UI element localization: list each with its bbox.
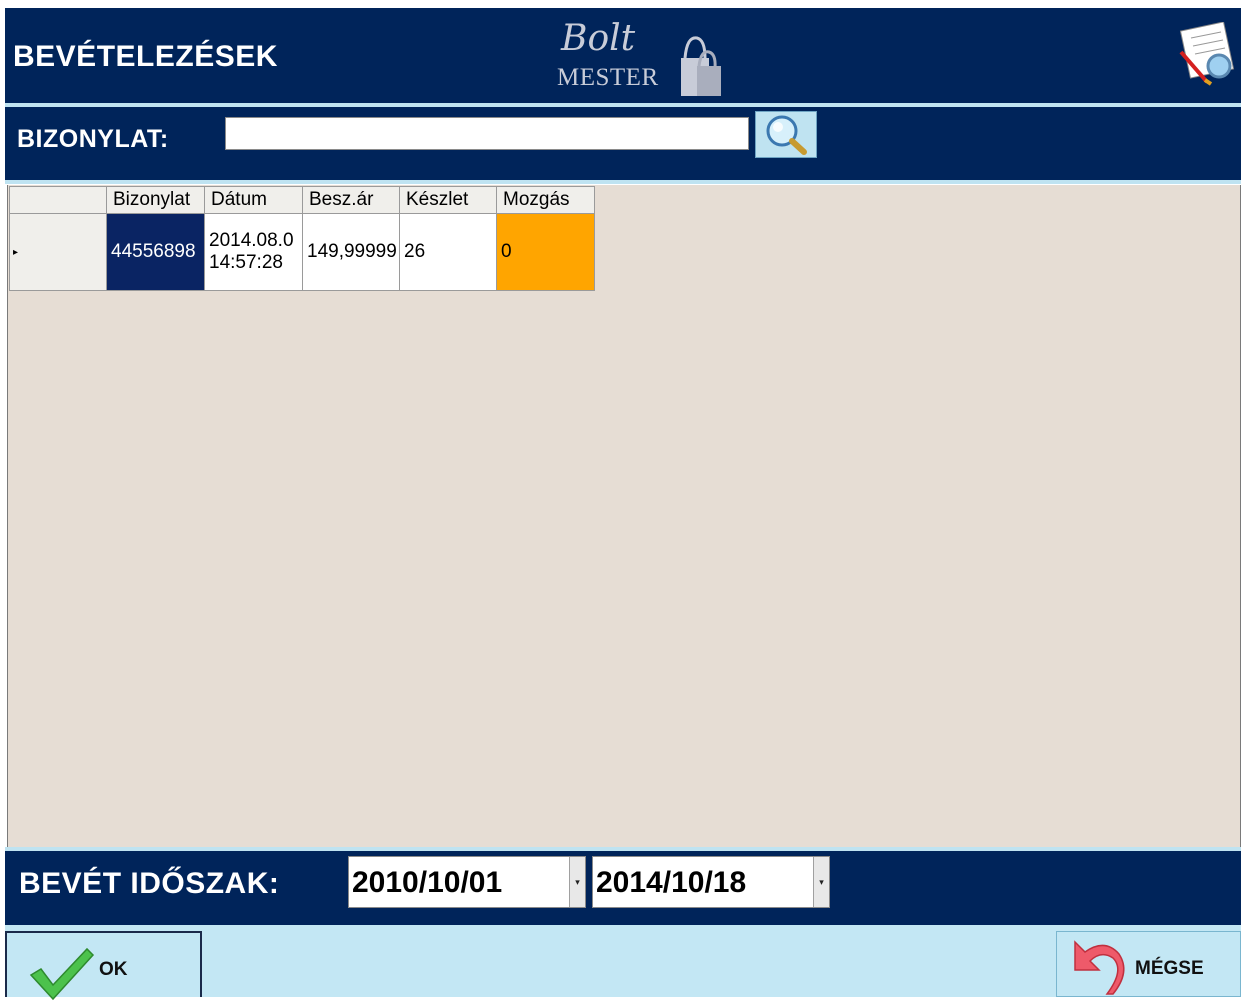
app-logo: Bolt MESTER	[555, 18, 735, 98]
header-bar: BEVÉTELEZÉSEK Bolt MESTER	[5, 8, 1241, 103]
logo-sub-text: MESTER	[557, 64, 659, 91]
table-row[interactable]: ▸ 44556898 2014.08.0 14:57:28 149,99999 …	[9, 213, 595, 291]
column-header-besz-ar[interactable]: Besz.ár	[302, 186, 400, 214]
column-header-bizonylat[interactable]: Bizonylat	[106, 186, 205, 214]
magnifier-icon	[766, 115, 807, 155]
ok-button[interactable]: OK	[5, 931, 202, 1001]
date-to-picker[interactable]: 2014/10/18 ▾	[592, 856, 830, 908]
page-title: BEVÉTELEZÉSEK	[13, 40, 278, 73]
receipts-table: Bizonylat Dátum Besz.ár Készlet Mozgás ▸…	[9, 186, 595, 291]
receipts-grid-area: Bizonylat Dátum Besz.ár Készlet Mozgás ▸…	[7, 185, 1241, 847]
column-header-datum[interactable]: Dátum	[204, 186, 303, 214]
row-indicator[interactable]: ▸	[9, 213, 107, 291]
search-button[interactable]	[755, 111, 817, 158]
search-label: BIZONYLAT:	[17, 125, 169, 153]
cancel-button[interactable]: MÉGSE	[1056, 931, 1241, 997]
checkmark-icon	[29, 947, 95, 1001]
cell-datum-date: 2014.08.0	[209, 230, 294, 251]
cell-datum[interactable]: 2014.08.0 14:57:28	[204, 213, 303, 291]
cancel-button-label: MÉGSE	[1135, 958, 1204, 979]
document-search-input[interactable]	[225, 117, 749, 150]
cell-bizonylat[interactable]: 44556898	[106, 213, 205, 291]
cell-mozgas[interactable]: 0	[496, 213, 595, 291]
cell-keszlet[interactable]: 26	[399, 213, 497, 291]
separator	[5, 180, 1241, 184]
date-from-value: 2010/10/01	[352, 866, 503, 899]
cell-datum-time: 14:57:28	[209, 252, 283, 273]
date-to-value: 2014/10/18	[596, 866, 747, 899]
chevron-down-icon[interactable]: ▾	[813, 857, 829, 907]
logo-script-text: Bolt	[561, 18, 636, 59]
table-header-row: Bizonylat Dátum Besz.ár Készlet Mozgás	[9, 186, 595, 214]
date-from-picker[interactable]: 2010/10/01 ▾	[348, 856, 586, 908]
undo-arrow-icon	[1074, 940, 1125, 995]
shopping-bag-icon	[681, 36, 721, 96]
column-header-mozgas[interactable]: Mozgás	[496, 186, 595, 214]
column-header-indicator[interactable]	[9, 186, 107, 214]
column-header-keszlet[interactable]: Készlet	[399, 186, 497, 214]
period-bar: BEVÉT IDŐSZAK: 2010/10/01 ▾ 2014/10/18 ▾	[5, 851, 1241, 925]
search-bar: BIZONYLAT:	[5, 107, 1241, 180]
period-label: BEVÉT IDŐSZAK:	[19, 867, 280, 900]
footer-bar: OK MÉGSE	[5, 925, 1241, 1001]
chevron-down-icon[interactable]: ▾	[569, 857, 585, 907]
ok-button-label: OK	[99, 959, 128, 980]
report-search-icon[interactable]	[1171, 22, 1235, 86]
cell-besz-ar[interactable]: 149,99999	[302, 213, 400, 291]
